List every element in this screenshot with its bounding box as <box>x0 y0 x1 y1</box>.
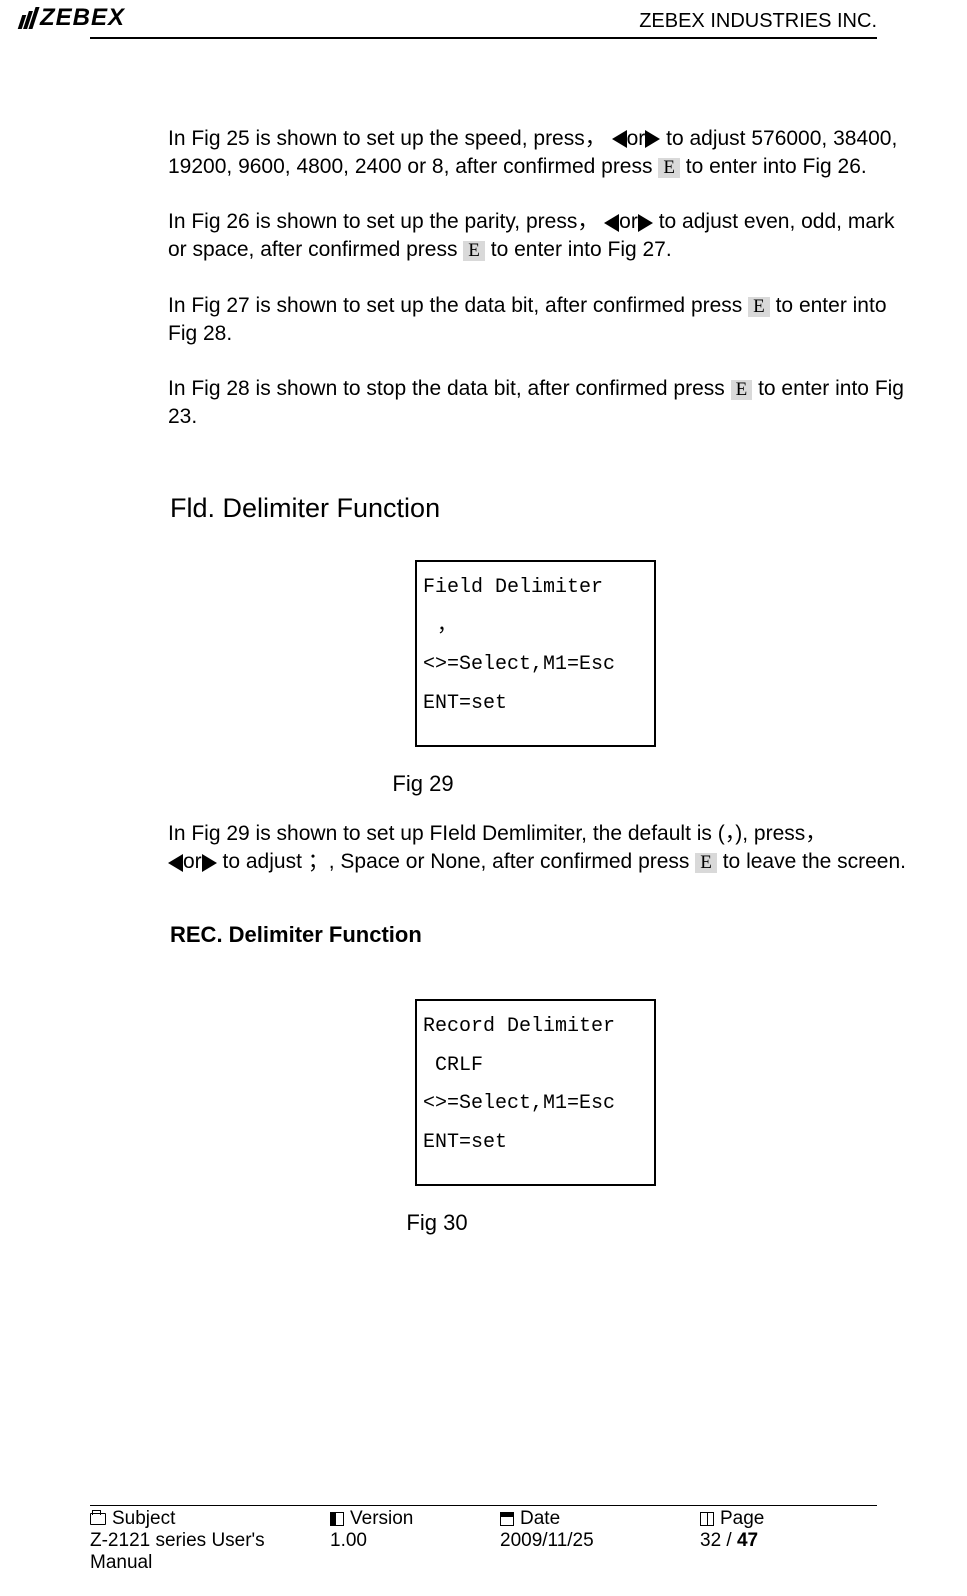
folder-icon <box>90 1513 106 1525</box>
lcd-line: Record Delimiter <box>423 1015 615 1038</box>
text: In Fig 27 is shown to set up the data bi… <box>168 294 748 317</box>
paragraph-fig28: In Fig 28 is shown to stop the data bit,… <box>168 375 907 430</box>
logo-text: ZEBEX <box>40 4 125 32</box>
text: In Fig 25 is shown to set up the speed, … <box>168 127 606 150</box>
lcd-line: Field Delimiter <box>423 576 603 599</box>
key-e: E <box>731 380 753 400</box>
version-icon <box>330 1512 344 1526</box>
key-e: E <box>658 158 680 178</box>
footer-value-page: 32 / 47 <box>700 1530 877 1574</box>
text: In Fig 28 is shown to stop the data bit,… <box>168 377 731 400</box>
page-footer: Subject Version Date Page Z-2121 series … <box>90 1505 877 1574</box>
key-e: E <box>695 853 717 873</box>
key-e: E <box>748 297 770 317</box>
text: to enter into Fig 26. <box>686 155 867 178</box>
section-title-fld-delimiter: Fld. Delimiter Function <box>168 491 907 527</box>
footer-label-page: Page <box>700 1508 877 1530</box>
lcd-line: ENT=set <box>423 1131 507 1154</box>
lcd-line: CRLF <box>423 1046 654 1084</box>
label: Subject <box>112 1508 175 1530</box>
right-arrow-icon <box>638 214 653 232</box>
lcd-line: <>=Select,M1=Esc <box>423 1092 615 1115</box>
lcd-line: ， <box>423 607 654 645</box>
fig30-lcd: Record Delimiter CRLF <>=Select,M1=Esc EN… <box>415 999 656 1186</box>
paragraph-fig29: In Fig 29 is shown to set up FIeld Demli… <box>168 820 907 875</box>
fig30-caption: Fig 30 <box>168 1208 706 1237</box>
footer-value-subject: Z-2121 series User's Manual <box>90 1530 330 1574</box>
page-total: 47 <box>737 1530 758 1551</box>
label: Version <box>350 1508 413 1530</box>
fig29-screenshot-wrap: Field Delimiter ， <>=Select,M1=Esc ENT=se… <box>415 560 660 747</box>
fig29-caption: Fig 29 <box>168 769 678 798</box>
page-current: 32 <box>700 1530 721 1551</box>
page-sep: / <box>721 1530 737 1551</box>
left-arrow-icon <box>168 854 183 872</box>
right-arrow-icon <box>202 854 217 872</box>
page-header: ZEBEX ZEBEX INDUSTRIES INC. <box>0 0 967 33</box>
page-content: In Fig 25 is shown to set up the speed, … <box>0 39 967 1237</box>
footer-label-version: Version <box>330 1508 500 1530</box>
label: Page <box>720 1508 764 1530</box>
paragraph-fig26: In Fig 26 is shown to set up the parity,… <box>168 208 907 263</box>
text: In Fig 26 is shown to set up the parity,… <box>168 210 598 233</box>
text: to adjust ；, Space or None, after confir… <box>223 850 696 873</box>
date-icon <box>500 1512 514 1526</box>
logo: ZEBEX <box>20 4 125 32</box>
footer-value-date: 2009/11/25 <box>500 1530 700 1574</box>
fig29-lcd: Field Delimiter ， <>=Select,M1=Esc ENT=se… <box>415 560 656 747</box>
footer-grid: Subject Version Date Page Z-2121 series … <box>90 1508 877 1574</box>
logo-stripes-icon <box>20 7 36 29</box>
page-icon <box>700 1512 714 1526</box>
text: to enter into Fig 27. <box>491 238 672 261</box>
text: or <box>619 210 638 233</box>
footer-label-date: Date <box>500 1508 700 1530</box>
lcd-line: <>=Select,M1=Esc <box>423 653 615 676</box>
label: Date <box>520 1508 560 1530</box>
fig30-screenshot-wrap: Record Delimiter CRLF <>=Select,M1=Esc EN… <box>415 999 660 1186</box>
footer-label-subject: Subject <box>90 1508 330 1530</box>
section-title-rec-delimiter: REC. Delimiter Function <box>168 920 907 949</box>
text: or <box>183 850 202 873</box>
footer-value-version: 1.00 <box>330 1530 500 1574</box>
text: In Fig 29 is shown to set up FIeld Demli… <box>168 822 826 845</box>
company-name: ZEBEX INDUSTRIES INC. <box>639 4 877 33</box>
key-e: E <box>463 241 485 261</box>
text: to leave the screen. <box>723 850 906 873</box>
paragraph-fig25: In Fig 25 is shown to set up the speed, … <box>168 125 907 180</box>
left-arrow-icon <box>612 130 627 148</box>
lcd-line: ENT=set <box>423 692 507 715</box>
text: or <box>627 127 646 150</box>
right-arrow-icon <box>645 130 660 148</box>
left-arrow-icon <box>604 214 619 232</box>
paragraph-fig27: In Fig 27 is shown to set up the data bi… <box>168 292 907 347</box>
footer-divider <box>90 1505 877 1506</box>
